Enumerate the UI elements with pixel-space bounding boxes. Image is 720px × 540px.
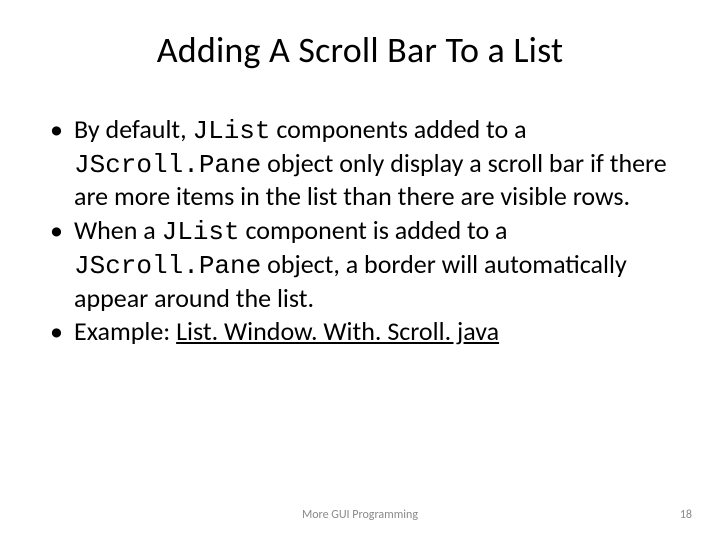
text-run: components added to a <box>271 113 527 145</box>
slide-title: Adding A Scroll Bar To a List <box>40 28 680 72</box>
code-run: JScroll.Pane <box>74 251 261 281</box>
code-run: JScroll.Pane <box>74 150 261 180</box>
code-run: JList <box>162 217 240 247</box>
slide: Adding A Scroll Bar To a List By default… <box>0 0 720 540</box>
text-run: By default, <box>74 113 193 145</box>
text-run: Example: <box>74 315 176 347</box>
bullet-item: Example: List. Window. With. Scroll. jav… <box>46 316 680 348</box>
example-link: List. Window. With. Scroll. java <box>176 315 499 347</box>
bullet-item: When a JList component is added to a JSc… <box>46 215 680 314</box>
text-run: When a <box>74 214 162 246</box>
page-number: 18 <box>680 508 692 522</box>
bullet-item: By default, JList components added to a … <box>46 114 680 213</box>
footer-text: More GUI Programming <box>0 508 720 522</box>
code-run: JList <box>193 116 271 146</box>
bullet-list: By default, JList components added to a … <box>46 114 680 348</box>
text-run: component is added to a <box>240 214 508 246</box>
slide-content: By default, JList components added to a … <box>40 114 680 348</box>
